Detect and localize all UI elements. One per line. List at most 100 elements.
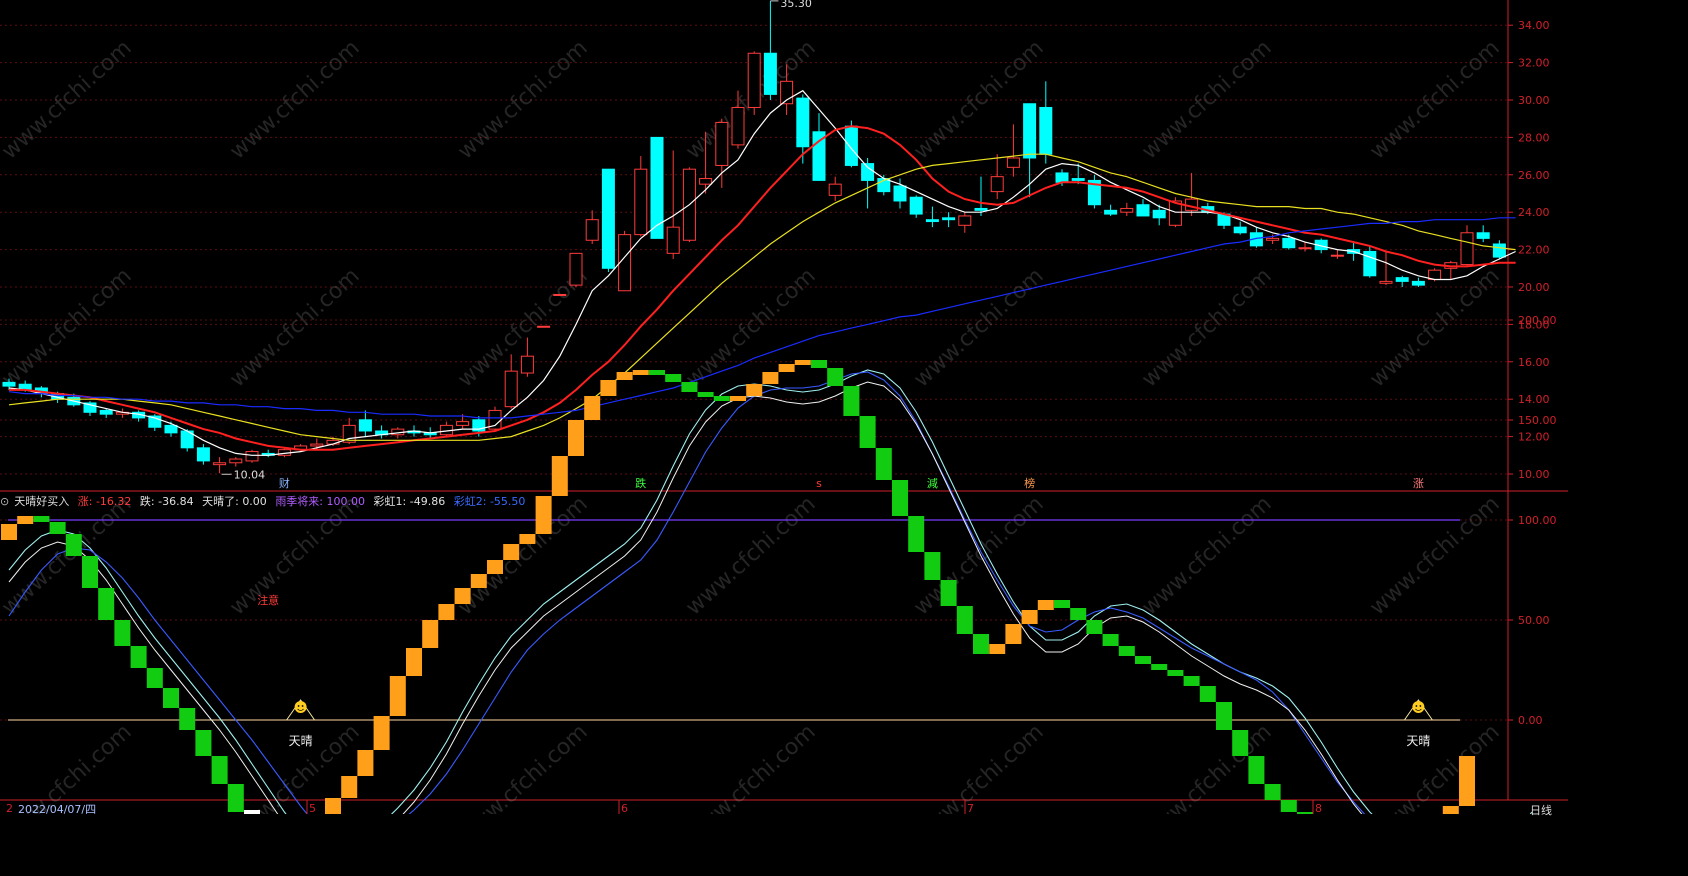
indicator-bar <box>33 516 50 522</box>
indicator-bar <box>1102 634 1119 646</box>
indicator-bar <box>373 716 390 750</box>
candle-body <box>456 421 470 426</box>
indicator-bar <box>454 588 471 604</box>
candle-body <box>893 185 907 202</box>
candle-body <box>796 97 810 148</box>
candle-body <box>1395 277 1409 282</box>
candle-body <box>520 355 534 374</box>
candle-body <box>844 125 858 166</box>
candle-body <box>1023 103 1037 159</box>
event-label: 減 <box>927 476 938 490</box>
candle-body <box>925 219 939 223</box>
caihong2-value: 彩虹2: -55.50 <box>453 495 526 508</box>
indicator-bar <box>551 456 568 496</box>
price-axis-label: 28.00 <box>1518 131 1550 144</box>
candle-body <box>504 370 518 408</box>
indicator-bar <box>1151 664 1168 670</box>
indicator-axis-label: 50.00 <box>1518 614 1550 627</box>
indicator-bar <box>1216 702 1232 730</box>
indicator-bar <box>325 798 341 814</box>
indicator-bar <box>1459 756 1475 806</box>
candle-body <box>974 207 988 211</box>
indicator-bar <box>859 416 876 448</box>
period-label[interactable]: 日线 <box>1530 802 1552 818</box>
stock-chart: 34.0032.0030.0028.0026.0024.0022.0020.00… <box>0 0 1568 814</box>
candle-body <box>229 458 243 464</box>
die-value: 跌: -36.84 <box>139 495 194 508</box>
indicator-bar <box>1086 620 1103 634</box>
indicator-bar <box>1070 608 1087 620</box>
candle-body <box>861 163 875 181</box>
candle-body <box>2 381 16 387</box>
indicator-bar <box>82 556 98 588</box>
candles <box>2 0 1506 474</box>
candle-body <box>1039 106 1053 155</box>
smiley-eye <box>297 705 300 707</box>
zhuyi-label: 注意 <box>257 593 279 607</box>
indicator-bar <box>98 588 115 620</box>
indicator-bar <box>130 646 147 668</box>
watermark-text: www.cfchi.com <box>453 492 592 621</box>
indicator-axis-label: 0.00 <box>1518 714 1543 727</box>
candle-body <box>245 451 259 462</box>
price-axis-label: 34.00 <box>1518 19 1550 32</box>
indicator-bar <box>406 648 422 676</box>
watermark-text: www.cfchi.com <box>1137 492 1276 621</box>
candle-body <box>537 325 551 328</box>
event-label: 跌 <box>635 476 646 490</box>
indicator-toggle-icon[interactable]: ⊙ <box>0 495 9 508</box>
price-axis-label: 22.00 <box>1518 244 1550 257</box>
indicator-bar <box>600 380 617 396</box>
event-label: 涨 <box>1413 477 1424 490</box>
indicator-bar <box>681 382 698 392</box>
indicator-axis-label: 100.00 <box>1518 514 1557 527</box>
candle-body <box>1460 232 1474 266</box>
candle-body <box>310 443 324 447</box>
candle-body <box>213 462 227 466</box>
candle-body <box>1233 226 1247 234</box>
indicator-bar <box>244 810 260 814</box>
indicator-bar <box>470 574 487 588</box>
indicator-bar <box>341 776 358 798</box>
watermark-text: www.cfchi.com <box>909 264 1048 393</box>
candle-body <box>747 52 761 108</box>
indicator-bar <box>179 708 196 730</box>
tianqing-label: 天晴 <box>1406 734 1430 748</box>
candle-body <box>909 196 923 215</box>
indicator-bar <box>568 420 584 456</box>
candle-body <box>731 106 745 146</box>
watermark-text: www.cfchi.com <box>225 492 364 621</box>
indicator-bar <box>649 370 665 375</box>
candle-body <box>1104 209 1118 215</box>
smiley-eye <box>1415 705 1418 707</box>
month-label: 6 <box>621 802 628 814</box>
indicator-bar <box>211 756 228 784</box>
indicator-bar <box>1005 624 1022 644</box>
watermark-text: www.cfchi.com <box>1137 264 1276 393</box>
zhang-value: 涨: -16.32 <box>77 495 132 508</box>
indicator-bar <box>924 552 941 580</box>
month-label: 7 <box>967 802 974 814</box>
indicator-bar <box>794 360 811 365</box>
indicator-bar <box>49 522 66 534</box>
watermark-text: www.cfchi.com <box>1365 492 1504 621</box>
indicator-bar <box>487 560 503 574</box>
tianqing-label: 天晴 <box>289 734 313 748</box>
month-label: 8 <box>1315 802 1322 814</box>
candle-body <box>99 409 113 415</box>
indicator-header: ⊙ 天晴好买入 涨: -16.32 跌: -36.84 天晴了: 0.00 雨季将… <box>0 493 530 509</box>
indicator-bar <box>1248 756 1265 784</box>
indicator-name[interactable]: 天晴好买入 <box>14 495 69 508</box>
indicator-bar <box>227 784 244 812</box>
price-axis-label: 14.00 <box>1518 393 1550 406</box>
price-axis-label: 26.00 <box>1518 169 1550 182</box>
event-label: s <box>816 477 822 490</box>
indicator-bar <box>730 396 746 401</box>
smiley-eye <box>301 705 304 707</box>
ma10-line <box>9 125 1516 451</box>
indicator-bar <box>665 374 682 382</box>
indicator-bar <box>195 730 212 756</box>
yuji-value: 雨季将来: 100.00 <box>275 495 366 508</box>
indicator-bar <box>1199 686 1216 702</box>
candle-body <box>634 168 648 236</box>
